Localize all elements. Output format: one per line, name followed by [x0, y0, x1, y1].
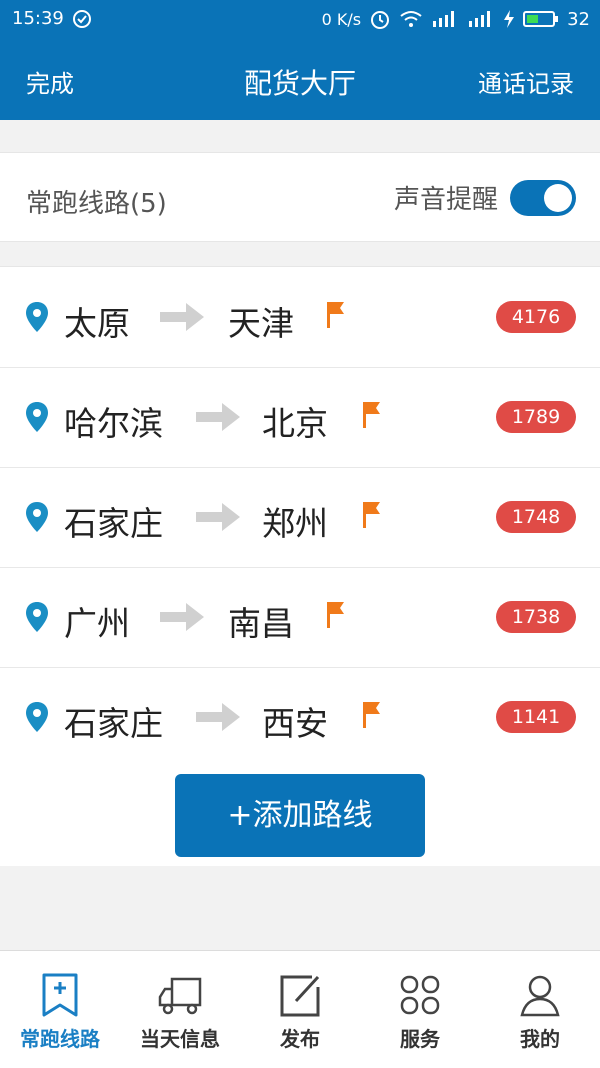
route-list: 太原 天津 4176 哈尔滨 北京 1789 石家庄 郑州 1748 广州 南昌 1738 石家庄 西安 1… [0, 266, 600, 768]
alarm-icon [371, 11, 390, 29]
check-circle-icon [72, 9, 91, 28]
flag-icon [327, 602, 344, 628]
route-count-badge: 1789 [496, 401, 576, 433]
route-row[interactable]: 太原 天津 4176 [0, 267, 600, 368]
tab-service[interactable]: 服务 [360, 951, 480, 1068]
add-route-area: +添加路线 [0, 766, 600, 866]
route-row[interactable]: 哈尔滨 北京 1789 [0, 367, 600, 468]
edit-icon [280, 975, 320, 1017]
sound-alert-label: 声音提醒 [393, 185, 498, 215]
route-count-badge: 1738 [496, 601, 576, 633]
tab-publish[interactable]: 发布 [240, 951, 360, 1068]
location-pin-icon [26, 602, 48, 632]
route-row[interactable]: 石家庄 郑州 1748 [0, 467, 600, 568]
location-pin-icon [26, 702, 48, 732]
route-row[interactable]: 广州 南昌 1738 [0, 567, 600, 668]
tab-label: 发布 [280, 1027, 320, 1051]
signal-icon-2 [469, 11, 491, 27]
flag-icon [363, 502, 380, 528]
battery-level: 32 [567, 8, 590, 30]
toggle-knob [544, 183, 572, 212]
route-count-badge: 1141 [496, 701, 576, 733]
status-time: 15:39 [12, 8, 64, 29]
tab-label: 当天信息 [140, 1027, 220, 1051]
sound-alert-toggle[interactable] [510, 179, 576, 216]
route-to: 南昌 [228, 604, 294, 643]
bookmark-plus-icon [42, 973, 78, 1017]
wifi-icon [400, 11, 422, 27]
call-log-button[interactable]: 通话记录 [478, 64, 574, 99]
flag-icon [363, 402, 380, 428]
route-from: 广州 [64, 604, 130, 643]
tab-routes[interactable]: 常跑线路 [0, 951, 120, 1068]
route-from: 太原 [64, 304, 130, 343]
tab-bar: 常跑线路 当天信息 发布 服务 我的 [0, 950, 600, 1068]
location-pin-icon [26, 502, 48, 532]
battery-icon [523, 11, 559, 27]
tab-label: 我的 [520, 1027, 560, 1051]
tab-label: 服务 [400, 1027, 440, 1051]
flag-icon [363, 702, 380, 728]
route-row[interactable]: 石家庄 西安 1141 [0, 667, 600, 768]
arrow-right-icon [196, 503, 240, 531]
arrow-right-icon [160, 303, 204, 331]
route-to: 郑州 [262, 504, 328, 543]
status-net-speed: 0 K/s [321, 9, 362, 29]
status-bar: 15:39 0 K/s 32 [0, 0, 600, 36]
route-to: 北京 [262, 404, 328, 443]
charging-icon [504, 10, 515, 28]
grid-icon [400, 975, 440, 1015]
arrow-right-icon [160, 603, 204, 631]
location-pin-icon [26, 402, 48, 432]
arrow-right-icon [196, 703, 240, 731]
route-count-badge: 1748 [496, 501, 576, 533]
tab-label: 常跑线路 [20, 1027, 100, 1051]
user-icon [520, 975, 560, 1017]
arrow-right-icon [196, 403, 240, 431]
truck-icon [158, 977, 202, 1015]
route-to: 西安 [262, 704, 328, 743]
tab-me[interactable]: 我的 [480, 951, 600, 1068]
routes-header: 常跑线路(5) 声音提醒 [0, 152, 600, 242]
route-count-badge: 4176 [496, 301, 576, 333]
location-pin-icon [26, 302, 48, 332]
nav-bar: 完成 配货大厅 通话记录 [0, 36, 600, 120]
tab-today[interactable]: 当天信息 [120, 951, 240, 1068]
signal-icon [433, 11, 455, 27]
flag-icon [327, 302, 344, 328]
routes-count-label: 常跑线路(5) [26, 189, 167, 219]
route-to: 天津 [228, 304, 294, 343]
route-from: 石家庄 [64, 704, 163, 743]
route-from: 石家庄 [64, 504, 163, 543]
add-route-button[interactable]: +添加路线 [175, 774, 425, 857]
route-from: 哈尔滨 [64, 404, 163, 443]
